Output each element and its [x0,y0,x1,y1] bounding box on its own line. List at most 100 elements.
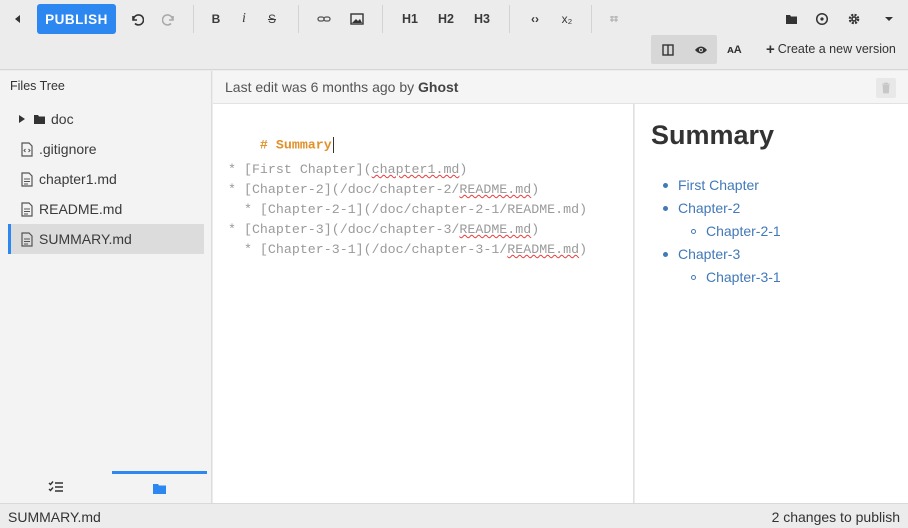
status-bar: SUMMARY.md 2 changes to publish [0,503,908,528]
help-circle-icon [815,12,829,26]
publish-button[interactable]: PUBLISH [37,4,116,34]
preview-link-chapter-2[interactable]: Chapter-2 [663,200,740,216]
heading-3-button[interactable]: H3 [470,5,494,33]
preview-link-label: Chapter-2 [678,200,741,216]
redo-icon [162,14,174,26]
editor-line: * [Chapter-3](/doc/chapter-3/README.md) [228,222,539,237]
tab-table-of-contents[interactable] [8,471,103,503]
folder-icon [785,14,797,24]
eye-icon [694,46,707,53]
preview-link-chapter-3-1[interactable]: Chapter-3-1 [691,269,781,285]
sidebar-tabs [0,471,212,503]
markdown-editor[interactable]: # Summary * [First Chapter](chapter1.md)… [213,104,634,503]
pending-changes-count[interactable]: 2 changes to publish [772,509,900,525]
strikethrough-button[interactable]: S [262,5,282,33]
tree-item-label: README.md [39,201,123,217]
preview-link-chapter-3[interactable]: Chapter-3 [663,246,740,262]
subscript-button[interactable]: x₂ [556,5,578,33]
undo-button[interactable] [126,5,148,33]
font-size-button[interactable]: ᴀA [718,35,751,64]
tree-item-readme[interactable]: README.md [20,194,204,224]
tree-item-label: chapter1.md [39,171,117,187]
editor-line: * [Chapter-2-1](/doc/chapter-2-1/README.… [228,202,587,217]
editor-line: * [Chapter-2](/doc/chapter-2/README.md) [228,182,539,197]
trash-icon [882,82,890,94]
current-file-name: SUMMARY.md [8,509,101,525]
last-edit-author: Ghost [418,79,459,95]
file-icon [20,231,34,247]
more-menu-button[interactable] [879,5,899,33]
checklist-icon [48,481,63,492]
caret-down-icon [885,17,893,21]
help-button[interactable] [811,5,833,33]
bullet [663,251,668,257]
preview-title: Summary [651,120,775,150]
tree-item-chapter1[interactable]: chapter1.md [20,164,204,194]
editor-text: * [First Chapter]( [228,162,372,177]
heading-1-button[interactable]: H1 [398,5,422,33]
preview-link-first-chapter[interactable]: First Chapter [663,177,759,193]
files-button[interactable] [780,5,802,33]
tab-files[interactable] [112,471,207,503]
editor-text-misspelled: README.md [459,182,532,197]
bullet [663,182,668,188]
last-edit-prefix: Last edit was 6 months ago by [225,79,415,95]
create-new-version-button[interactable]: + Create a new version [766,40,896,58]
tree-item-summary[interactable]: SUMMARY.md [8,224,204,254]
create-new-version-label: Create a new version [777,42,896,56]
file-icon [20,171,34,187]
toolbar-divider [298,5,299,33]
editor-line: * [First Chapter](chapter1.md) [228,162,467,177]
editor-text: ) [459,162,468,177]
preview-link-label: Chapter-2-1 [706,223,781,239]
folder-icon [153,483,166,494]
split-view-icon [661,43,674,56]
sidebar-title: Files Tree [10,79,65,93]
bold-button[interactable]: B [206,5,226,33]
collapse-sidebar-button[interactable] [6,5,30,33]
folder-icon [32,111,46,127]
image-icon [350,13,364,25]
preview-button[interactable] [684,35,717,64]
files-tree-sidebar: Files Tree doc .gitignore chapter1.md RE… [0,71,212,503]
editor-line: * [Chapter-3-1](/doc/chapter-3-1/README.… [228,242,587,257]
split-view-button[interactable] [651,35,684,64]
caret-right-icon [18,114,26,124]
redo-button[interactable] [158,5,180,33]
italic-button[interactable]: i [234,5,254,33]
undo-icon [132,14,144,26]
editor-text: * [Chapter-3](/doc/chapter-3/ [228,222,460,237]
editor-text: ) [579,242,588,257]
preview-link-label: Chapter-3 [678,246,741,262]
bullet [691,228,696,234]
editor-text-misspelled: chapter1.md [371,162,460,177]
toolbar-divider [382,5,383,33]
link-icon [317,16,331,22]
font-size-icon: ᴀA [727,43,742,56]
preview-link-chapter-2-1[interactable]: Chapter-2-1 [691,223,781,239]
code-button[interactable]: ‹› [524,5,546,33]
gear-icon [848,13,860,25]
editor-text: * [Chapter-2](/doc/chapter-2/ [228,182,460,197]
toolbar-divider [193,5,194,33]
heading-2-button[interactable]: H2 [434,5,458,33]
file-icon [20,201,34,217]
settings-button[interactable] [843,5,865,33]
last-edit-text: Last edit was 6 months ago by Ghost [225,79,458,95]
image-button[interactable] [346,5,368,33]
toolbar-divider [509,5,510,33]
tree-item-label: .gitignore [39,141,97,157]
toolbar: PUBLISH B i S H1 H2 H3 ‹› x₂ ᴀA + Create… [0,0,908,70]
table-icon [610,16,618,22]
tree-item-label: SUMMARY.md [39,231,132,247]
link-button[interactable] [314,5,334,33]
tree-item-doc[interactable]: doc [18,104,204,134]
markdown-preview: Summary First Chapter Chapter-2 Chapter-… [635,104,908,503]
editor-text-misspelled: README.md [459,222,532,237]
file-code-icon [20,141,34,157]
delete-file-button[interactable] [876,78,896,98]
editor-text: ) [531,222,540,237]
last-edit-bar: Last edit was 6 months ago by Ghost [213,71,908,104]
table-button[interactable] [604,5,624,33]
tree-item-gitignore[interactable]: .gitignore [20,134,204,164]
